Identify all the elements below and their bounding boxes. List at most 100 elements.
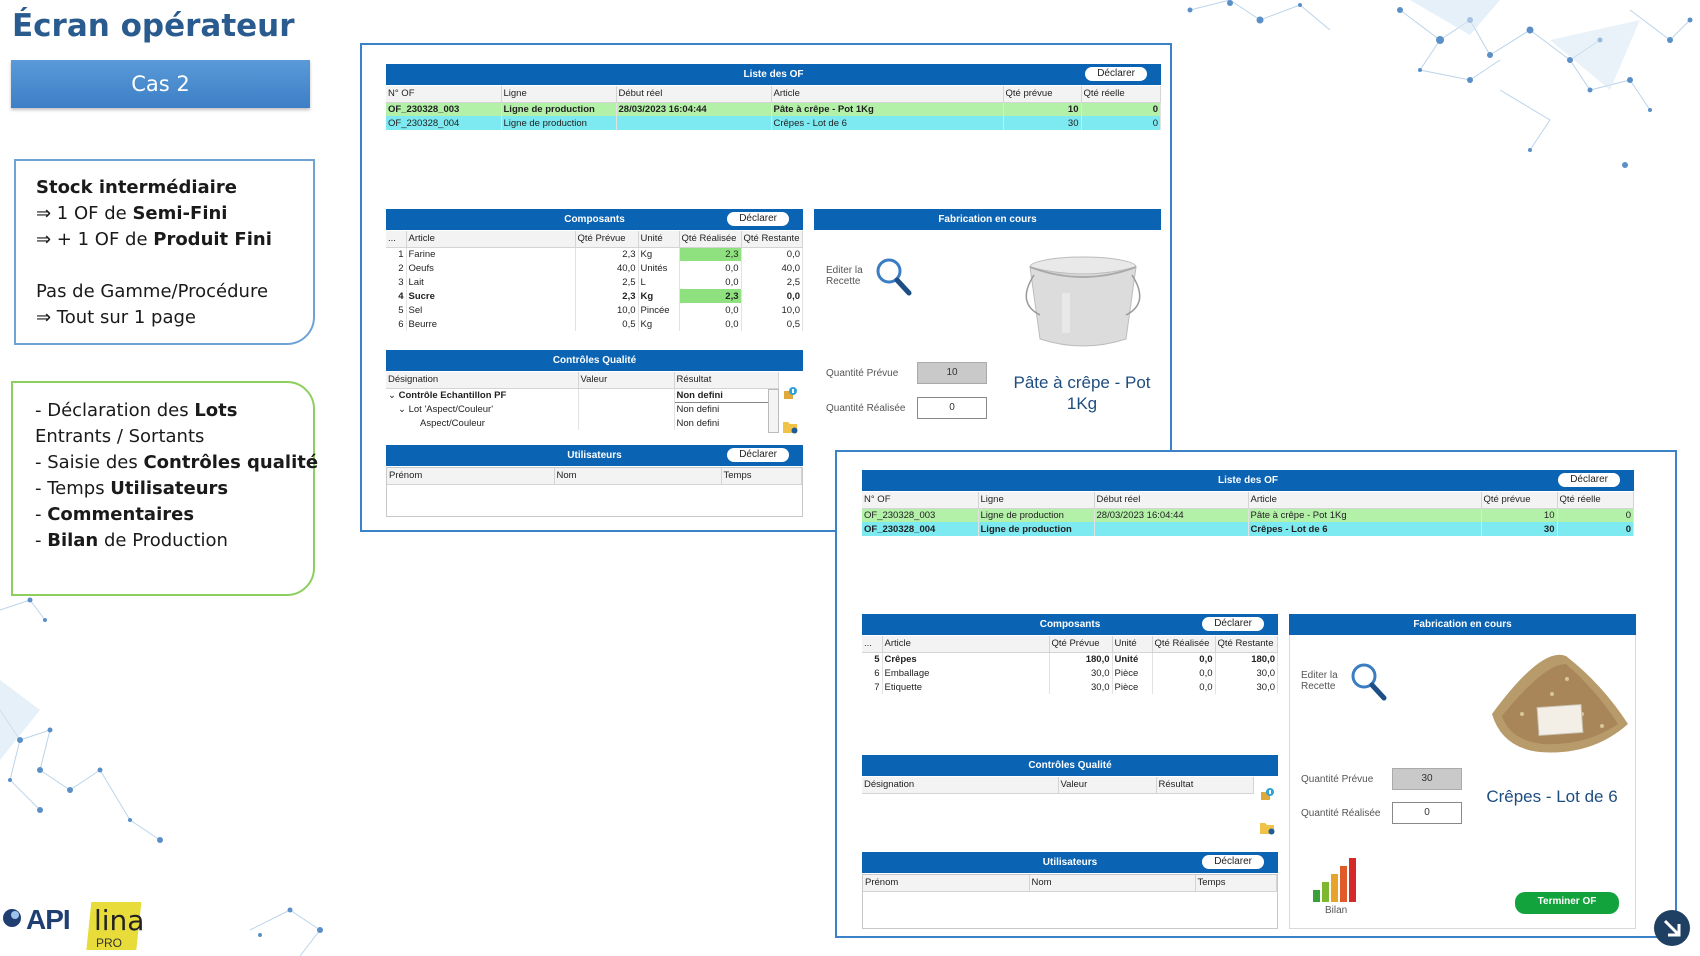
arrow-down-right-icon	[1663, 919, 1681, 937]
composants-table: ... Article Qté Prévue Unité Qté Réalisé…	[862, 636, 1278, 694]
declarer-composants-button[interactable]: Déclarer	[727, 212, 789, 226]
cq-valeur[interactable]	[578, 416, 675, 430]
editer-recette-label[interactable]: Editer la Recette	[1301, 670, 1345, 692]
col-header[interactable]: Prénom	[387, 468, 555, 485]
search-icon[interactable]	[1349, 661, 1387, 701]
note-box-features: - Déclaration des Lots Entrants / Sortan…	[11, 381, 318, 596]
comp-article: Etiquette	[882, 680, 1050, 694]
of-row[interactable]: OF_230328_004 Ligne de production Crêpes…	[862, 522, 1634, 536]
declarer-utilisateurs-button[interactable]: Déclarer	[727, 448, 789, 462]
folder-edit-icon[interactable]	[1259, 819, 1275, 835]
col-header[interactable]: Article	[406, 231, 576, 248]
col-header[interactable]: Valeur	[1058, 777, 1157, 794]
folder-edit-icon[interactable]	[782, 418, 798, 434]
composant-row[interactable]: 1 Farine 2,3 Kg 2,3 0,0	[386, 247, 803, 261]
col-header[interactable]: Temps	[721, 468, 802, 485]
col-header[interactable]: Qté Prévue	[1049, 636, 1113, 653]
next-slide-button[interactable]	[1654, 910, 1690, 946]
cq-valeur[interactable]	[578, 402, 675, 416]
note-line: Stock intermédiaire	[36, 177, 237, 198]
col-header[interactable]: Résultat	[1156, 777, 1254, 794]
note-line: ⇒ 1 OF de Semi-Fini	[36, 203, 228, 224]
col-header[interactable]: N° OF	[386, 86, 502, 103]
note-line: Pas de Gamme/Procédure	[36, 281, 269, 302]
cq-resultat[interactable]: Non defini	[673, 387, 779, 403]
cq-resultat[interactable]: Non defini	[674, 416, 779, 430]
bilan-chart-icon[interactable]	[1311, 856, 1359, 904]
col-header[interactable]: Ligne	[501, 86, 617, 103]
col-header[interactable]: Nom	[554, 468, 722, 485]
cq-valeur[interactable]	[578, 388, 675, 402]
composant-row[interactable]: 6 Emballage 30,0 Pièce 0,0 30,0	[862, 666, 1278, 680]
col-header[interactable]: Qté Prévue	[575, 231, 639, 248]
declarer-utilisateurs-button[interactable]: Déclarer	[1202, 855, 1264, 869]
col-header[interactable]: Désignation	[862, 777, 1059, 794]
col-header[interactable]: Début réel	[1094, 492, 1249, 509]
logo-pro-text: PRO	[96, 936, 123, 950]
cq-row[interactable]: ⌄ Contrôle Echantillon PF Non defini	[386, 387, 779, 403]
col-header[interactable]: Nom	[1029, 875, 1196, 892]
of-row[interactable]: OF_230328_004 Ligne de production Crêpes…	[386, 116, 1161, 130]
col-header[interactable]: Qté Restante	[1215, 636, 1278, 653]
comp-restante: 30,0	[1215, 666, 1278, 680]
search-icon[interactable]	[874, 256, 912, 296]
col-header[interactable]: Qté réelle	[1081, 86, 1161, 103]
comp-index: 6	[386, 317, 407, 331]
col-header[interactable]: Valeur	[578, 372, 675, 389]
col-header[interactable]: Qté Réalisée	[1152, 636, 1216, 653]
of-row[interactable]: OF_230328_003 Ligne de production 28/03/…	[862, 508, 1634, 522]
composant-row[interactable]: 6 Beurre 0,5 Kg 0,0 0,5	[386, 317, 803, 331]
controles-qualite-header: Contrôles Qualité	[862, 755, 1278, 776]
col-header[interactable]: Prénom	[863, 875, 1030, 892]
col-header[interactable]: Temps	[1195, 875, 1277, 892]
liste-of-header: Liste des OF Déclarer	[862, 470, 1634, 491]
quantite-realisee-field[interactable]: 0	[917, 397, 987, 419]
col-header[interactable]: Désignation	[386, 372, 579, 389]
terminer-of-button[interactable]: Terminer OF	[1515, 892, 1619, 914]
composant-row[interactable]: 7 Etiquette 30,0 Pièce 0,0 30,0	[862, 680, 1278, 694]
composant-row[interactable]: 5 Crêpes 180,0 Unité 0,0 180,0	[862, 652, 1278, 666]
col-header[interactable]: Qté Réalisée	[679, 231, 742, 248]
col-header[interactable]: ...	[862, 636, 883, 653]
bilan-label[interactable]: Bilan	[1325, 905, 1347, 916]
declarer-of-button[interactable]: Déclarer	[1085, 67, 1147, 81]
cq-resultat[interactable]: Non defini	[674, 402, 779, 416]
comp-realisee: 0,0	[679, 261, 742, 275]
declarer-composants-button[interactable]: Déclarer	[1202, 617, 1264, 631]
col-header[interactable]: Début réel	[616, 86, 772, 103]
col-header[interactable]: Unité	[638, 231, 680, 248]
col-header[interactable]: Qté prévue	[1481, 492, 1558, 509]
cq-row[interactable]: ⌄ Lot 'Aspect/Couleur' Non defini	[386, 402, 779, 416]
add-comment-icon[interactable]	[782, 385, 798, 401]
composant-row[interactable]: 2 Oeufs 40,0 Unités 0,0 40,0	[386, 261, 803, 275]
composant-row[interactable]: 5 Sel 10,0 Pincée 0,0 10,0	[386, 303, 803, 317]
cq-row[interactable]: Aspect/Couleur Non defini	[386, 416, 779, 430]
col-header[interactable]: Ligne	[978, 492, 1095, 509]
comp-prevue: 40,0	[575, 261, 639, 275]
comp-restante: 180,0	[1215, 652, 1278, 666]
col-header[interactable]: Qté prévue	[1003, 86, 1082, 103]
col-header[interactable]: ...	[386, 231, 407, 248]
col-header[interactable]: Article	[1248, 492, 1482, 509]
of-row[interactable]: OF_230328_003 Ligne de production 28/03/…	[386, 102, 1161, 116]
comp-realisee: 0,0	[1152, 666, 1216, 680]
col-header[interactable]: N° OF	[862, 492, 979, 509]
col-header[interactable]: Unité	[1112, 636, 1153, 653]
add-comment-icon[interactable]	[1259, 786, 1275, 802]
composant-row[interactable]: 3 Lait 2,5 L 0,0 2,5	[386, 275, 803, 289]
of-ligne: Ligne de production	[978, 522, 1095, 536]
col-header[interactable]: Article	[771, 86, 1004, 103]
declarer-of-button[interactable]: Déclarer	[1558, 473, 1620, 487]
col-header[interactable]: Résultat	[674, 372, 779, 389]
editer-recette-label[interactable]: Editer la Recette	[826, 265, 870, 287]
expand-chevron-icon[interactable]: ⌄	[398, 404, 406, 415]
expand-chevron-icon[interactable]: ⌄	[388, 390, 396, 401]
col-header[interactable]: Qté Restante	[741, 231, 803, 248]
quantite-realisee-field[interactable]: 0	[1392, 802, 1462, 824]
cq-scrollbar[interactable]	[768, 389, 779, 433]
of-qte-prevue: 10	[1003, 102, 1082, 116]
of-header-row: N° OF Ligne Début réel Article Qté prévu…	[386, 86, 1161, 103]
col-header[interactable]: Article	[882, 636, 1050, 653]
col-header[interactable]: Qté réelle	[1557, 492, 1634, 509]
composant-row[interactable]: 4 Sucre 2,3 Kg 2,3 0,0	[386, 289, 803, 303]
